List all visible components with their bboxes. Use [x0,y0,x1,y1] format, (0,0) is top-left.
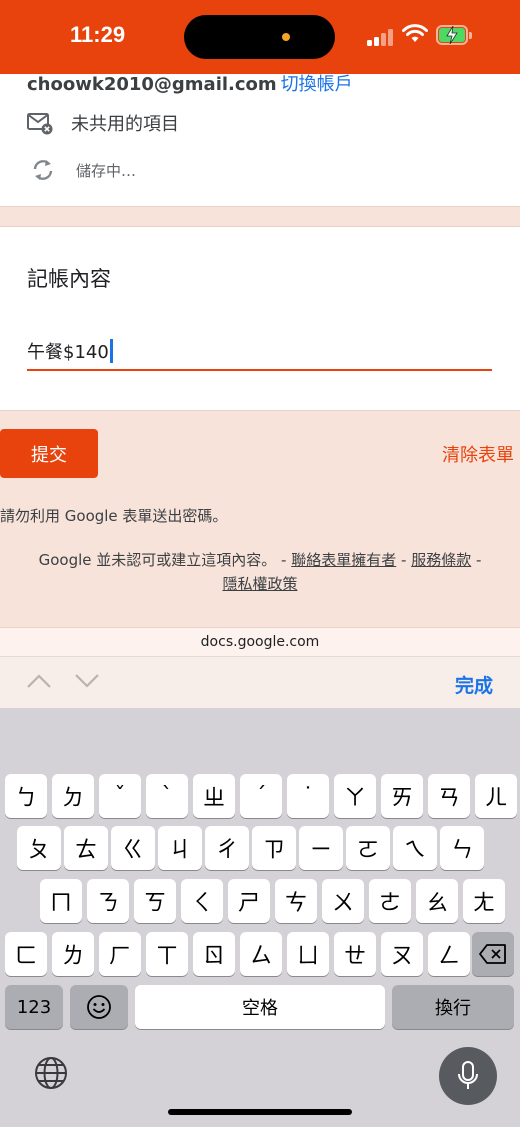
dynamic-island [184,15,335,59]
answer-input[interactable]: 午餐$140 [27,333,492,371]
key-ㄣ[interactable]: ㄣ [440,826,484,870]
key-ㄓ[interactable]: ㄓ [193,774,235,818]
key-ㄖ[interactable]: ㄖ [193,932,235,976]
key-ㄢ[interactable]: ㄢ [428,774,470,818]
account-card: choowk2010@gmail.com 切換帳戶 未共用的項目 儲存中… [0,74,520,207]
submit-button[interactable]: 提交 [0,429,98,478]
key-ㄎ[interactable]: ㄎ [134,879,176,923]
key-ㄩ[interactable]: ㄩ [287,932,329,976]
key-ㄋ[interactable]: ㄋ [87,879,129,923]
disclaimer: Google 並未認可或建立這項內容。 - 聯絡表單擁有者 - 服務條款 - 隱… [0,548,520,596]
key-ㄍ[interactable]: ㄍ [111,826,155,870]
backspace-icon [479,944,506,964]
key-ㄛ[interactable]: ㄛ [346,826,390,870]
key-ㄅ[interactable]: ㄅ [5,774,47,818]
emoji-key[interactable] [70,985,128,1029]
space-key[interactable]: 空格 [135,985,385,1029]
key-ㄡ[interactable]: ㄡ [381,932,423,976]
key-ㄒ[interactable]: ㄒ [146,932,188,976]
dictation-button[interactable] [439,1047,497,1105]
key-ㄘ[interactable]: ㄘ [275,879,317,923]
done-button[interactable]: 完成 [455,671,493,698]
key-ㄊ[interactable]: ㄊ [64,826,108,870]
key-ㄑ[interactable]: ㄑ [181,879,223,923]
charging-bolt-icon [446,26,458,44]
key-ㄥ[interactable]: ㄥ [428,932,470,976]
key-ㄠ[interactable]: ㄠ [416,879,458,923]
saving-status: 儲存中… [76,161,137,180]
question-title: 記帳內容 [27,267,111,291]
key-ㄦ[interactable]: ㄦ [475,774,517,818]
key-ㄆ[interactable]: ㄆ [17,826,61,870]
not-shared-label: 未共用的項目 [71,114,179,135]
wifi-icon [402,24,428,42]
microphone-icon [458,1061,478,1089]
battery-cap [469,32,472,39]
chevron-down-icon[interactable] [74,673,100,689]
chevron-up-icon[interactable] [26,673,52,689]
key-ㄉ[interactable]: ㄉ [52,774,94,818]
key-ˋ[interactable]: ˋ [146,774,188,818]
key-ㄜ[interactable]: ㄜ [369,879,411,923]
return-key[interactable]: 換行 [392,985,514,1029]
emoji-icon [87,995,111,1019]
key-ㄔ[interactable]: ㄔ [205,826,249,870]
key-ㄐ[interactable]: ㄐ [158,826,202,870]
disclaimer-separator-2: - [471,551,482,569]
key-ㄌ[interactable]: ㄌ [52,932,94,976]
sync-icon [33,160,53,180]
disclaimer-separator: - [396,551,412,569]
clear-form-button[interactable]: 清除表單 [442,441,514,467]
status-time: 11:29 [70,22,126,47]
question-card: 記帳內容 午餐$140 [0,226,520,411]
key-ㄙ[interactable]: ㄙ [240,932,282,976]
account-email: choowk2010@gmail.com [27,74,277,95]
home-indicator [168,1109,352,1115]
url-bar[interactable]: docs.google.com [0,627,520,656]
key-ˊ[interactable]: ˊ [240,774,282,818]
key-ㄨ[interactable]: ㄨ [322,879,364,923]
privacy-link[interactable]: 隱私權政策 [222,575,297,593]
key-˙[interactable]: ˙ [287,774,329,818]
password-warning: 請勿利用 Google 表單送出密碼。 [0,507,228,525]
mail-not-shared-icon [27,113,53,135]
answer-value: 午餐$140 [27,342,109,363]
backspace-key[interactable] [472,932,514,976]
not-shared-row: 未共用的項目 [27,110,179,136]
key-ㄚ[interactable]: ㄚ [334,774,376,818]
privacy-indicator-dot [282,33,290,41]
key-ㄟ[interactable]: ㄟ [393,826,437,870]
cellular-signal-icon [367,28,395,46]
saving-row: 儲存中… [30,158,136,182]
disclaimer-text: Google 並未認可或建立這項內容。 - [38,551,292,569]
contact-owner-link[interactable]: 聯絡表單擁有者 [291,551,396,569]
account-email-line: choowk2010@gmail.com 切換帳戶 [27,70,353,96]
key-ㄇ[interactable]: ㄇ [40,879,82,923]
keyboard-accessory-bar: 完成 [0,656,520,708]
switch-account-link[interactable]: 切換帳戶 [281,74,353,95]
globe-icon[interactable] [32,1054,70,1092]
text-cursor [109,339,113,363]
key-ㄕ[interactable]: ㄕ [228,879,270,923]
key-ㄏ[interactable]: ㄏ [99,932,141,976]
key-ㄈ[interactable]: ㄈ [5,932,47,976]
key-ㄝ[interactable]: ㄝ [334,932,376,976]
terms-link[interactable]: 服務條款 [411,551,471,569]
key-ㄞ[interactable]: ㄞ [381,774,423,818]
key-ㄗ[interactable]: ㄗ [252,826,296,870]
status-bar: 11:29 [0,0,520,74]
key-ㄤ[interactable]: ㄤ [463,879,505,923]
key-ㄧ[interactable]: ㄧ [299,826,343,870]
numbers-key[interactable]: 123 [5,985,63,1029]
key-ˇ[interactable]: ˇ [99,774,141,818]
